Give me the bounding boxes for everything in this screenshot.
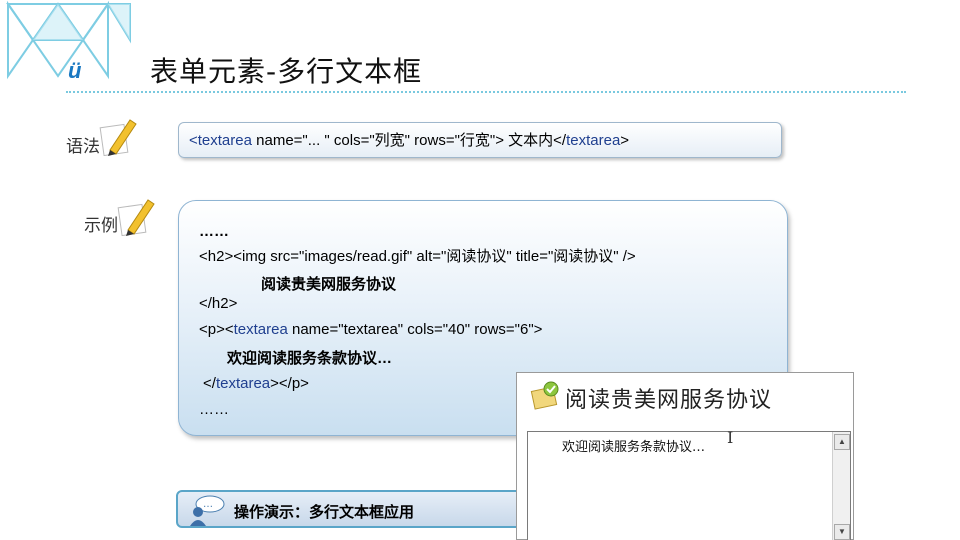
code-p-prefix: <p>< [199,321,234,338]
text-cursor-icon: I [727,428,734,447]
demo-button[interactable]: … 操作演示：多行文本框应用 [176,490,522,528]
syntax-open-tag: <textarea [189,132,252,149]
syntax-end: > [620,132,630,149]
scroll-up-arrow-icon[interactable]: ▲ [834,434,850,450]
pencil-icon [117,199,155,236]
syntax-label: 语法 [66,137,100,157]
svg-text:…: … [203,499,213,510]
code-textarea-attrs: name="textarea" cols="40" rows="6"> [287,321,543,338]
logo-triangles-graphic [6,0,131,80]
code-ellipsis-bottom: …… [199,401,229,418]
code-close-keyword: textarea [215,375,271,392]
code-close-suffix: ></p> [270,375,309,392]
demo-button-label: 操作演示：多行文本框应用 [234,503,415,521]
syntax-close-keyword: textarea [566,132,621,149]
syntax-attributes: name="... " cols="列宽" rows="行宽"> 文本内</ [251,132,567,149]
code-close-prefix: </ [203,375,216,392]
read-agreement-icon [530,381,559,410]
preview-scrollbar[interactable]: ▲ ▼ [832,432,850,540]
code-textarea-keyword: textarea [233,321,288,338]
code-p-open: <p><textarea name="textarea" cols="40" r… [199,321,542,338]
code-h2-text: 阅读贵美网服务协议 [261,276,397,293]
preview-textarea[interactable]: 欢迎阅读服务条款协议… I ▲ ▼ [527,428,851,540]
example-label: 示例 [84,216,118,236]
preview-textarea-value: 欢迎阅读服务条款协议… [562,440,706,455]
page-title: 表单元素-多行文本框 [150,55,423,88]
scroll-down-arrow-icon[interactable]: ▼ [834,524,850,540]
code-h2-close: </h2> [199,295,238,312]
logo: ü [0,0,140,100]
rendered-preview: 阅读贵美网服务协议 欢迎阅读服务条款协议… I ▲ ▼ [516,372,854,540]
preview-heading: 阅读贵美网服务协议 [565,388,773,413]
code-textarea-close: </textarea></p> [203,375,309,392]
pencil-icon [99,119,137,156]
title-divider [66,91,906,93]
code-textarea-content: 欢迎阅读服务条款协议… [227,350,393,367]
syntax-code-box: <textarea name="... " cols="列宽" rows="行宽… [178,122,782,158]
code-h2-open: <h2><img src="images/read.gif" alt="阅读协议… [199,248,636,265]
code-ellipsis-top: …… [199,223,229,240]
logo-mark: ü [68,58,82,83]
speaking-person-icon: … [190,495,225,526]
